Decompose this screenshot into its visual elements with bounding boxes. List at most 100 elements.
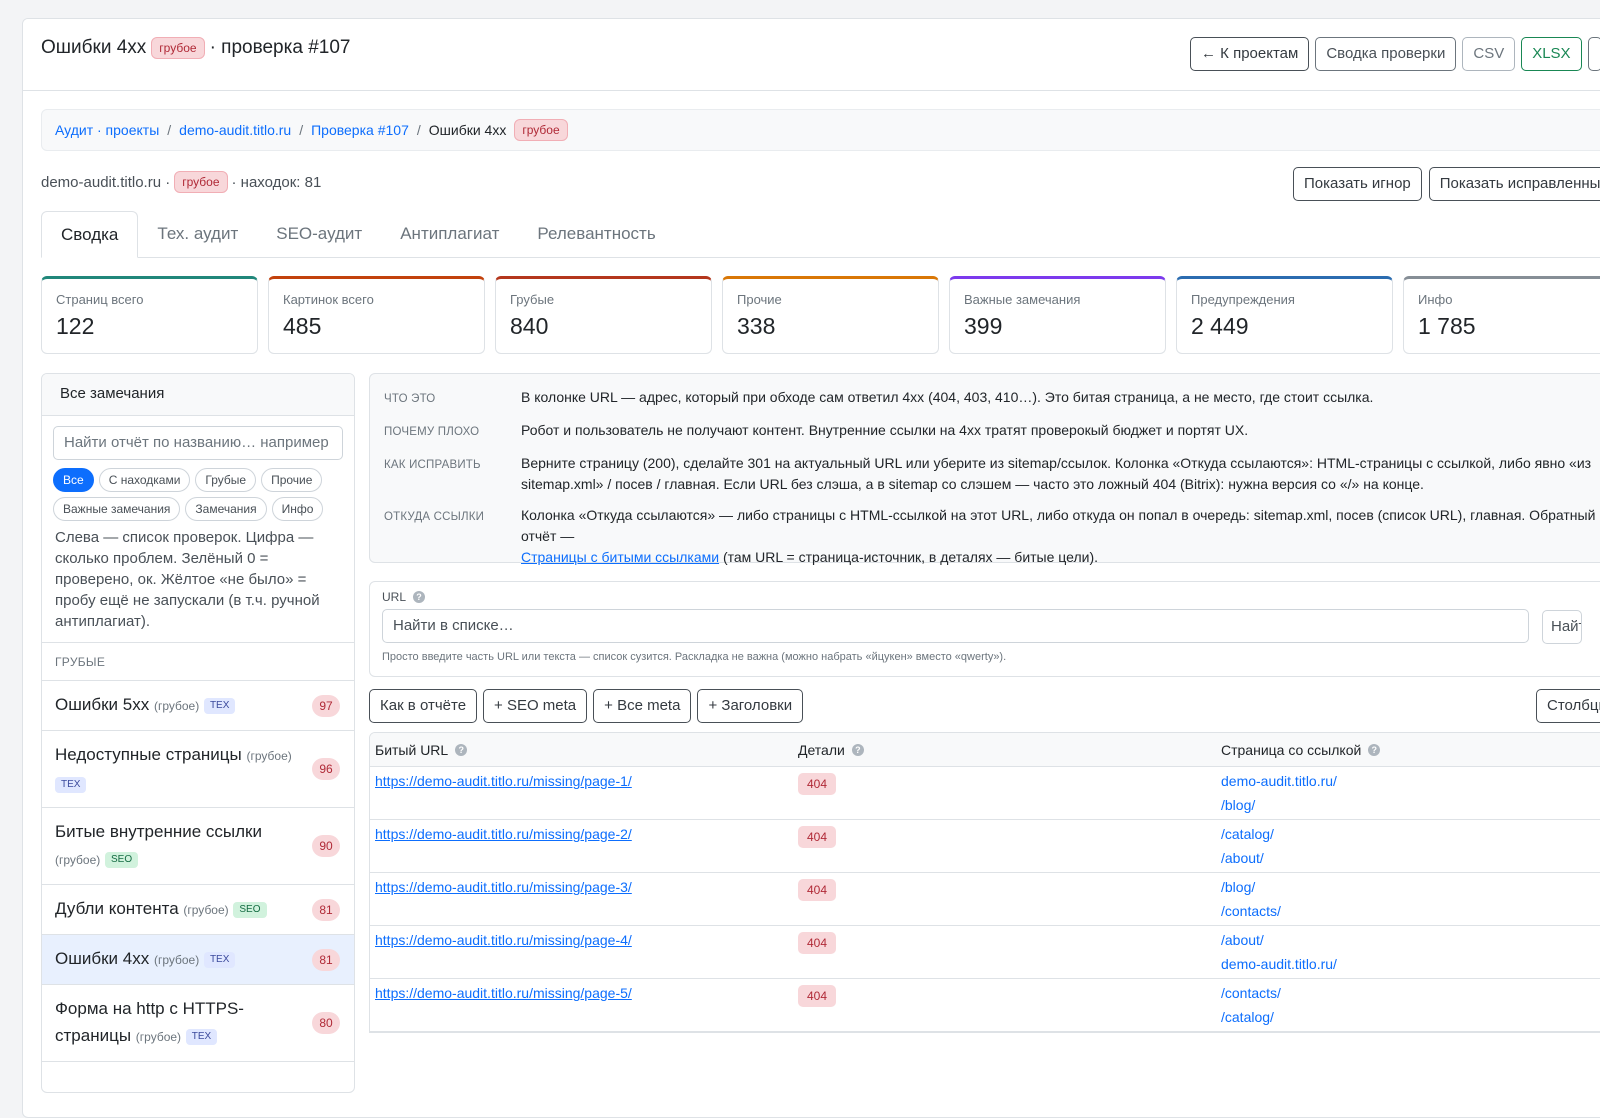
broken-url-link[interactable]: https://demo-audit.titlo.ru/missing/page… (375, 879, 632, 895)
chip-info[interactable]: Инфо (271, 497, 324, 521)
stat-value: 1 785 (1418, 313, 1476, 339)
broken-url-link[interactable]: https://demo-audit.titlo.ru/missing/page… (375, 773, 632, 789)
desc-value: Верните страницу (200), сделайте 301 на … (521, 455, 1592, 492)
chip-important[interactable]: Важные замечания (53, 497, 181, 521)
count-badge: 90 (312, 835, 340, 857)
chip-other[interactable]: Прочие (261, 468, 323, 492)
stat-label: Прочие (737, 292, 782, 307)
find-button[interactable]: Найти (1542, 610, 1582, 644)
stat-value: 122 (56, 313, 95, 339)
status-code-badge: 404 (798, 985, 837, 1007)
chip-critical[interactable]: Грубые (195, 468, 257, 492)
stat-value: 485 (283, 313, 322, 339)
referrer-link[interactable]: /contacts/ (1221, 981, 1600, 1005)
help-icon[interactable]: ? (1368, 743, 1381, 756)
column-title: Страница со ссылкой (1221, 741, 1362, 758)
referrer-link[interactable]: /about/ (1221, 846, 1600, 870)
tab-tech-audit[interactable]: Тех. аудит (138, 211, 257, 257)
sidebar-item-broken-links[interactable]: Битые внутренние ссылки (грубое) SEO 90 (42, 808, 354, 885)
xlsx-export-button[interactable]: XLSX (1521, 37, 1582, 71)
more-button[interactable] (1587, 37, 1600, 71)
status-code-badge: 404 (798, 932, 837, 954)
filter-chips: Все С находками Грубые Прочие Важные зам… (42, 460, 342, 521)
stat-card-images: Картинок всего 485 (268, 276, 485, 354)
broken-url-link[interactable]: https://demo-audit.titlo.ru/missing/page… (375, 985, 632, 1001)
desc-row-fix: КАК ИСПРАВИТЬ Верните страницу (200), сд… (384, 448, 1600, 500)
referrer-link[interactable]: /blog/ (1221, 793, 1600, 817)
broken-url-link[interactable]: https://demo-audit.titlo.ru/missing/page… (375, 826, 632, 842)
stat-label: Грубые (510, 292, 555, 307)
tag-badge: TEX (203, 697, 236, 714)
help-icon[interactable]: ? (851, 743, 864, 756)
column-broken-url[interactable]: Битый URL? (370, 736, 793, 764)
status-code-badge: 404 (798, 773, 837, 795)
help-icon[interactable]: ? (455, 743, 468, 756)
help-icon[interactable]: ? (413, 591, 426, 603)
table-header: Битый URL? Детали? Страница со ссылкой? (370, 733, 1600, 767)
referrer-link[interactable]: /blog/ (1221, 875, 1600, 899)
url-search-input[interactable]: Найти в списке… (382, 609, 1529, 643)
header-actions: ← К проектам Сводка проверки CSV XLSX (1190, 37, 1600, 71)
reports-sidebar: Все замечания Найти отчёт по названию… н… (41, 373, 355, 1093)
tag-badge: TEX (203, 951, 236, 968)
desc-from-text: Колонка «Откуда ссылаются» — либо страни… (521, 507, 1596, 544)
tab-relevance[interactable]: Релевантность (518, 211, 674, 257)
chip-with-findings[interactable]: С находками (98, 468, 191, 492)
stat-value: 399 (964, 313, 1003, 339)
stat-value: 2 449 (1191, 313, 1249, 339)
chip-notes[interactable]: Замечания (185, 497, 267, 521)
site-name: demo-audit.titlo.ru · (41, 173, 171, 191)
column-referring-page[interactable]: Страница со ссылкой? (1216, 736, 1600, 764)
tab-seo-audit[interactable]: SEO-аудит (257, 211, 381, 257)
preset-headings-button[interactable]: + Заголовки (697, 689, 804, 723)
count-badge: 81 (312, 898, 340, 921)
sidebar-item-5xx[interactable]: Ошибки 5xx (грубое) TEX 97 (42, 681, 354, 731)
sidebar-item-unavailable[interactable]: Недоступные страницы (грубое) TEX 96 (42, 731, 354, 808)
show-fixed-button[interactable]: Показать исправленные (1428, 167, 1600, 201)
table-row: https://demo-audit.titlo.ru/missing/page… (370, 873, 1600, 926)
filter-label: URL ? (382, 590, 1600, 604)
sidebar-item-http-form[interactable]: Форма на http с HTTPS-страницы (грубое) … (42, 985, 354, 1062)
count-badge: 97 (312, 694, 340, 717)
sidebar-item-4xx[interactable]: Ошибки 4xx (грубое) TEX 81 (42, 935, 354, 985)
sidebar-item-duplicates[interactable]: Дубли контента (грубое) SEO 81 (42, 885, 354, 935)
desc-value: Колонка «Откуда ссылаются» — либо страни… (521, 505, 1600, 568)
breadcrumb-projects[interactable]: Аудит · проекты (55, 122, 159, 138)
breadcrumb-check[interactable]: Проверка #107 (311, 122, 409, 138)
breadcrumb-site[interactable]: demo-audit.titlo.ru (179, 122, 291, 138)
sidebar-item-note: (грубое) (55, 853, 101, 867)
broken-url-link[interactable]: https://demo-audit.titlo.ru/missing/page… (375, 932, 632, 948)
csv-export-button[interactable]: CSV (1462, 37, 1516, 71)
filter-hint: Просто введите часть URL или текста — сп… (382, 651, 1007, 663)
preset-all-meta-button[interactable]: + Все meta (593, 689, 692, 723)
breadcrumb-separator: / (416, 122, 421, 138)
audit-summary-button[interactable]: Сводка проверки (1315, 37, 1457, 71)
referrer-link[interactable]: demo-audit.titlo.ru/ (1221, 952, 1600, 976)
info-actions: Показать игнор Показать исправленные (1293, 167, 1600, 201)
preset-as-report-button[interactable]: Как в отчёте (369, 689, 478, 723)
severity-badge: грубое (151, 37, 205, 60)
tab-antiplagiarism[interactable]: Антиплагиат (381, 211, 518, 257)
status-code-badge: 404 (798, 879, 837, 901)
count-badge: 96 (312, 758, 340, 780)
column-details[interactable]: Детали? (793, 736, 1216, 764)
desc-row-from: ОТКУДА ССЫЛКИ Колонка «Откуда ссылаются»… (384, 500, 1600, 573)
breadcrumb-badge: грубое (514, 118, 568, 142)
broken-links-report-link[interactable]: Страницы с битыми ссылками (521, 549, 719, 565)
columns-button-wrap: Столбцы (1536, 689, 1600, 723)
referrer-link[interactable]: demo-audit.titlo.ru/ (1221, 769, 1600, 793)
column-title: Битый URL (375, 741, 449, 758)
referrer-link[interactable]: /contacts/ (1221, 899, 1600, 923)
sidebar-title: Все замечания (42, 374, 354, 416)
columns-button[interactable]: Столбцы (1536, 689, 1600, 723)
report-search-input[interactable]: Найти отчёт по названию… например (53, 426, 343, 460)
tab-summary[interactable]: Сводка (41, 211, 139, 258)
referrer-link[interactable]: /catalog/ (1221, 822, 1600, 846)
show-ignored-button[interactable]: Показать игнор (1293, 167, 1422, 201)
referrer-link[interactable]: /about/ (1221, 928, 1600, 952)
back-to-projects-button[interactable]: ← К проектам (1190, 37, 1310, 71)
chip-all[interactable]: Все (53, 468, 94, 492)
preset-seo-meta-button[interactable]: + SEO meta (483, 689, 588, 723)
stat-card-other: Прочие 338 (722, 276, 939, 354)
referrer-link[interactable]: /catalog/ (1221, 1005, 1600, 1029)
